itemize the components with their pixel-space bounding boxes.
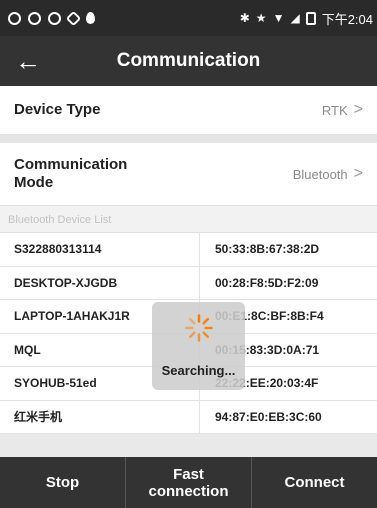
communication-mode-row[interactable]: Communication Mode Bluetooth > <box>0 143 377 205</box>
bluetooth-icon: ✱ <box>239 11 250 25</box>
communication-mode-value: Bluetooth <box>292 166 348 182</box>
searching-label: Searching... <box>161 363 236 378</box>
notification-icon <box>28 11 41 25</box>
stop-button[interactable]: Stop <box>0 457 126 508</box>
divider <box>0 134 377 143</box>
connect-button[interactable]: Connect <box>252 457 377 508</box>
notification-icon <box>8 11 21 25</box>
device-name: DESKTOP-XJGDB <box>0 266 200 299</box>
status-time: 下午2:04 <box>321 11 373 27</box>
spinner-icon <box>185 314 213 342</box>
fast-connection-label-line2: connection <box>148 482 229 500</box>
battery-icon <box>305 11 316 25</box>
app-toolbar: ← Communication <box>0 36 377 86</box>
device-row[interactable]: DESKTOP-XJGDB 00:28:F8:5D:F2:09 <box>0 266 377 300</box>
communication-mode-label: Communication Mode <box>14 156 293 192</box>
settings-icon <box>48 11 61 25</box>
fast-connection-button[interactable]: Fast connection <box>126 457 252 508</box>
page-title: Communication <box>116 50 261 71</box>
device-mac: 94:87:E0:EB:3C:60 <box>215 409 322 424</box>
communication-mode-label-line2: Mode <box>14 174 54 191</box>
device-type-label: Device Type <box>14 101 101 118</box>
bluetooth-list-header: Bluetooth Device List <box>0 205 377 233</box>
chevron-right-icon: > <box>353 165 363 182</box>
device-mac: 50:33:8B:67:38:2D <box>215 242 320 256</box>
bottom-action-bar: Stop Fast connection Connect <box>0 457 377 508</box>
device-mac: 00:28:F8:5D:F2:09 <box>215 275 319 290</box>
device-row[interactable]: 红米手机 94:87:E0:EB:3C:60 <box>0 400 377 434</box>
chevron-right-icon: > <box>353 101 363 118</box>
device-type-row[interactable]: Device Type RTK > <box>0 86 377 134</box>
signal-icon: ◢ <box>290 11 300 25</box>
communication-mode-label-line1: Communication <box>14 156 128 173</box>
device-name: 红米手机 <box>0 400 200 433</box>
fast-connection-label-line1: Fast <box>173 465 204 483</box>
searching-dialog: Searching... <box>152 302 245 390</box>
status-bar: ✱ ★ ▼ ◢ 下午2:04 <box>0 0 377 36</box>
device-row[interactable]: S322880313114 50:33:8B:67:38:2D <box>0 233 377 267</box>
device-type-value: RTK <box>321 102 348 118</box>
location-icon <box>86 12 95 24</box>
star-icon: ★ <box>255 11 267 25</box>
wifi-icon: ▼ <box>272 11 285 25</box>
notification-icon <box>65 10 82 26</box>
device-name: S322880313114 <box>0 233 200 266</box>
